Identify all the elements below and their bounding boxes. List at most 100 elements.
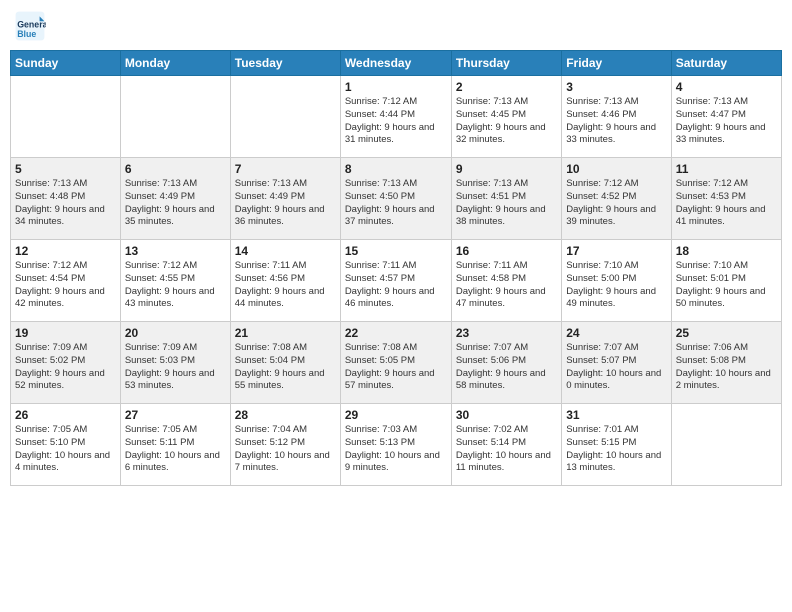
calendar-header-tuesday: Tuesday	[230, 51, 340, 76]
calendar-header-row: SundayMondayTuesdayWednesdayThursdayFrid…	[11, 51, 782, 76]
day-number: 16	[456, 244, 557, 258]
calendar-day-27: 27Sunrise: 7:05 AM Sunset: 5:11 PM Dayli…	[120, 404, 230, 486]
calendar-day-15: 15Sunrise: 7:11 AM Sunset: 4:57 PM Dayli…	[340, 240, 451, 322]
day-info: Sunrise: 7:13 AM Sunset: 4:45 PM Dayligh…	[456, 96, 557, 147]
day-info: Sunrise: 7:02 AM Sunset: 5:14 PM Dayligh…	[456, 424, 557, 475]
calendar-header-monday: Monday	[120, 51, 230, 76]
day-info: Sunrise: 7:09 AM Sunset: 5:03 PM Dayligh…	[125, 342, 226, 393]
calendar-empty-cell	[120, 76, 230, 158]
calendar-week-row: 5Sunrise: 7:13 AM Sunset: 4:48 PM Daylig…	[11, 158, 782, 240]
calendar-empty-cell	[11, 76, 121, 158]
calendar-header-saturday: Saturday	[671, 51, 781, 76]
day-number: 22	[345, 326, 447, 340]
calendar-day-7: 7 Sunrise: 7:13 AM Sunset: 4:49 PM Daylig…	[230, 158, 340, 240]
calendar-day-25: 25 Sunrise: 7:06 AM Sunset: 5:08 PM Dayli…	[671, 322, 781, 404]
day-number: 2	[456, 80, 557, 94]
day-number: 31	[566, 408, 666, 422]
day-info: Sunrise: 7:06 AM Sunset: 5:08 PM Dayligh…	[676, 342, 777, 393]
day-number: 11	[676, 162, 777, 176]
day-info: Sunrise: 7:13 AM Sunset: 4:51 PM Dayligh…	[456, 178, 557, 229]
calendar-day-19: 19Sunrise: 7:09 AM Sunset: 5:02 PM Dayli…	[11, 322, 121, 404]
day-number: 9	[456, 162, 557, 176]
calendar-day-22: 22Sunrise: 7:08 AM Sunset: 5:05 PM Dayli…	[340, 322, 451, 404]
calendar-empty-cell	[230, 76, 340, 158]
day-number: 28	[235, 408, 336, 422]
calendar-day-28: 28 Sunrise: 7:04 AM Sunset: 5:12 PM Dayli…	[230, 404, 340, 486]
day-info: Sunrise: 7:07 AM Sunset: 5:07 PM Dayligh…	[566, 342, 666, 393]
calendar-day-1: 1 Sunrise: 7:12 AM Sunset: 4:44 PM Daylig…	[340, 76, 451, 158]
day-info: Sunrise: 7:12 AM Sunset: 4:52 PM Dayligh…	[566, 178, 666, 229]
day-number: 21	[235, 326, 336, 340]
page: General Blue SundayMondayTuesdayWednesda…	[0, 0, 792, 612]
day-number: 18	[676, 244, 777, 258]
calendar-empty-cell	[671, 404, 781, 486]
calendar-week-row: 19Sunrise: 7:09 AM Sunset: 5:02 PM Dayli…	[11, 322, 782, 404]
calendar-day-4: 4Sunrise: 7:13 AM Sunset: 4:47 PM Daylig…	[671, 76, 781, 158]
calendar-day-26: 26 Sunrise: 7:05 AM Sunset: 5:10 PM Dayli…	[11, 404, 121, 486]
calendar-day-12: 12 Sunrise: 7:12 AM Sunset: 4:54 PM Dayli…	[11, 240, 121, 322]
calendar-day-24: 24 Sunrise: 7:07 AM Sunset: 5:07 PM Dayli…	[562, 322, 671, 404]
calendar-week-row: 12 Sunrise: 7:12 AM Sunset: 4:54 PM Dayli…	[11, 240, 782, 322]
day-info: Sunrise: 7:11 AM Sunset: 4:58 PM Dayligh…	[456, 260, 557, 311]
day-number: 15	[345, 244, 447, 258]
day-number: 12	[15, 244, 116, 258]
day-number: 5	[15, 162, 116, 176]
calendar-table: SundayMondayTuesdayWednesdayThursdayFrid…	[10, 50, 782, 486]
day-info: Sunrise: 7:11 AM Sunset: 4:56 PM Dayligh…	[235, 260, 336, 311]
day-info: Sunrise: 7:12 AM Sunset: 4:44 PM Dayligh…	[345, 96, 447, 147]
day-info: Sunrise: 7:04 AM Sunset: 5:12 PM Dayligh…	[235, 424, 336, 475]
calendar-day-9: 9 Sunrise: 7:13 AM Sunset: 4:51 PM Daylig…	[451, 158, 561, 240]
day-info: Sunrise: 7:13 AM Sunset: 4:46 PM Dayligh…	[566, 96, 666, 147]
calendar-day-3: 3Sunrise: 7:13 AM Sunset: 4:46 PM Daylig…	[562, 76, 671, 158]
calendar-day-20: 20 Sunrise: 7:09 AM Sunset: 5:03 PM Dayli…	[120, 322, 230, 404]
day-info: Sunrise: 7:05 AM Sunset: 5:10 PM Dayligh…	[15, 424, 116, 475]
calendar-header-wednesday: Wednesday	[340, 51, 451, 76]
day-number: 26	[15, 408, 116, 422]
calendar-day-18: 18 Sunrise: 7:10 AM Sunset: 5:01 PM Dayli…	[671, 240, 781, 322]
day-number: 8	[345, 162, 447, 176]
day-number: 10	[566, 162, 666, 176]
day-info: Sunrise: 7:03 AM Sunset: 5:13 PM Dayligh…	[345, 424, 447, 475]
day-info: Sunrise: 7:13 AM Sunset: 4:50 PM Dayligh…	[345, 178, 447, 229]
day-number: 24	[566, 326, 666, 340]
calendar-day-14: 14 Sunrise: 7:11 AM Sunset: 4:56 PM Dayli…	[230, 240, 340, 322]
calendar-day-2: 2 Sunrise: 7:13 AM Sunset: 4:45 PM Daylig…	[451, 76, 561, 158]
day-number: 14	[235, 244, 336, 258]
day-info: Sunrise: 7:10 AM Sunset: 5:01 PM Dayligh…	[676, 260, 777, 311]
day-number: 13	[125, 244, 226, 258]
logo-icon: General Blue	[14, 10, 46, 42]
day-number: 1	[345, 80, 447, 94]
day-info: Sunrise: 7:10 AM Sunset: 5:00 PM Dayligh…	[566, 260, 666, 311]
calendar-header-sunday: Sunday	[11, 51, 121, 76]
day-info: Sunrise: 7:13 AM Sunset: 4:47 PM Dayligh…	[676, 96, 777, 147]
day-info: Sunrise: 7:08 AM Sunset: 5:04 PM Dayligh…	[235, 342, 336, 393]
calendar-day-30: 30 Sunrise: 7:02 AM Sunset: 5:14 PM Dayli…	[451, 404, 561, 486]
calendar-day-17: 17Sunrise: 7:10 AM Sunset: 5:00 PM Dayli…	[562, 240, 671, 322]
day-number: 23	[456, 326, 557, 340]
day-number: 7	[235, 162, 336, 176]
day-info: Sunrise: 7:12 AM Sunset: 4:54 PM Dayligh…	[15, 260, 116, 311]
day-info: Sunrise: 7:07 AM Sunset: 5:06 PM Dayligh…	[456, 342, 557, 393]
day-number: 27	[125, 408, 226, 422]
calendar-day-10: 10 Sunrise: 7:12 AM Sunset: 4:52 PM Dayli…	[562, 158, 671, 240]
calendar-day-11: 11Sunrise: 7:12 AM Sunset: 4:53 PM Dayli…	[671, 158, 781, 240]
day-info: Sunrise: 7:12 AM Sunset: 4:55 PM Dayligh…	[125, 260, 226, 311]
calendar-day-16: 16 Sunrise: 7:11 AM Sunset: 4:58 PM Dayli…	[451, 240, 561, 322]
header: General Blue	[10, 10, 782, 42]
calendar-day-5: 5Sunrise: 7:13 AM Sunset: 4:48 PM Daylig…	[11, 158, 121, 240]
day-number: 25	[676, 326, 777, 340]
calendar-header-thursday: Thursday	[451, 51, 561, 76]
day-number: 19	[15, 326, 116, 340]
calendar-day-29: 29Sunrise: 7:03 AM Sunset: 5:13 PM Dayli…	[340, 404, 451, 486]
day-info: Sunrise: 7:13 AM Sunset: 4:49 PM Dayligh…	[235, 178, 336, 229]
day-info: Sunrise: 7:13 AM Sunset: 4:49 PM Dayligh…	[125, 178, 226, 229]
calendar-header-friday: Friday	[562, 51, 671, 76]
day-number: 30	[456, 408, 557, 422]
calendar-day-13: 13 Sunrise: 7:12 AM Sunset: 4:55 PM Dayli…	[120, 240, 230, 322]
calendar-day-23: 23 Sunrise: 7:07 AM Sunset: 5:06 PM Dayli…	[451, 322, 561, 404]
svg-text:Blue: Blue	[17, 29, 36, 39]
day-info: Sunrise: 7:01 AM Sunset: 5:15 PM Dayligh…	[566, 424, 666, 475]
calendar-day-8: 8 Sunrise: 7:13 AM Sunset: 4:50 PM Daylig…	[340, 158, 451, 240]
calendar-week-row: 1 Sunrise: 7:12 AM Sunset: 4:44 PM Daylig…	[11, 76, 782, 158]
day-number: 20	[125, 326, 226, 340]
